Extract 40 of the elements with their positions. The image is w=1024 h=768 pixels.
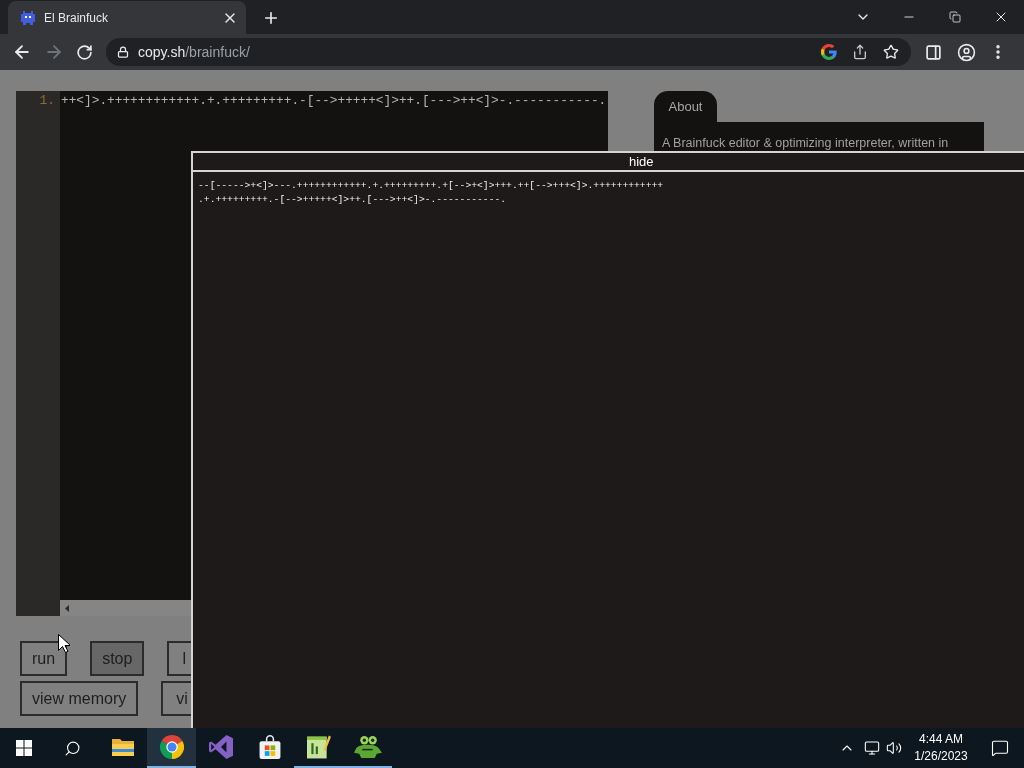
clock-date: 1/26/2023 [914,748,968,765]
line-number: 1. [39,93,55,109]
url-text: copy.sh/brainfuck/ [138,42,250,62]
google-icon[interactable] [821,44,837,60]
reload-icon[interactable] [76,43,93,61]
code-line: ++<]>.++++++++++++.+.+++++++++.-[-->+++++<]>++.[--->++<]>-.-----------. [61,93,608,109]
shopping-bag-icon [258,735,281,759]
taskbar-app[interactable] [147,728,196,768]
profile-icon[interactable] [957,42,976,62]
mouse-pointer-icon [58,634,70,653]
volume-icon[interactable] [886,740,902,756]
windows-logo-icon[interactable] [16,740,32,756]
alien-icon [20,9,36,26]
notification-icon[interactable] [991,739,1009,757]
folder-icon [110,736,135,758]
clock[interactable]: 4:44 AM 1/26/2023 [910,731,972,765]
tab-title: El Brainfuck [44,9,110,27]
about-text: A Brainfuck editor & optimizing interpreter, written in [662,136,949,150]
frog-icon [353,736,382,758]
back-icon[interactable] [12,42,32,62]
scroll-left-icon[interactable] [65,604,69,612]
output-line: .+.+++++++++.-[-->+++++<]>++.[--->++<]>-.-----------. [198,193,508,207]
network-icon[interactable] [864,740,880,756]
clock-time: 4:44 AM [919,731,963,748]
star-icon[interactable] [883,44,899,60]
infinity-logo-icon [208,735,233,759]
restore-icon[interactable] [949,11,961,23]
notepad-pencil-icon [306,735,331,759]
share-icon[interactable] [852,44,868,60]
hide-toggle[interactable]: hide [629,154,654,169]
output-line: --[----->+<]>---.++++++++++++.+.+++++++++.+[-->+<]>+++.++[-->+++<]>.++++++++++++ [198,179,665,193]
lock-icon [117,46,129,58]
action-button[interactable]: run [20,641,68,676]
address-bar[interactable]: copy.sh/brainfuck/ [106,38,911,66]
side-panel-icon[interactable] [925,43,942,61]
action-button[interactable]: view memory [20,681,139,716]
search-icon[interactable] [63,739,81,757]
about-tab[interactable]: About [654,91,717,122]
chrome-logo-icon [159,735,184,759]
browser-tab[interactable]: El Brainfuck [8,1,246,34]
